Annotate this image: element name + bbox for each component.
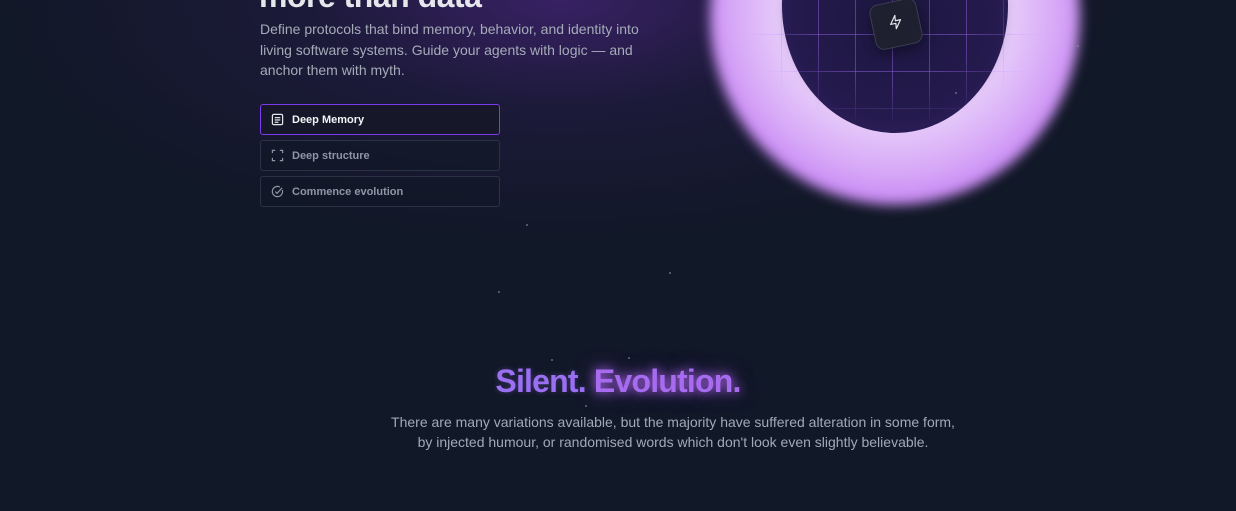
star-dot (551, 359, 553, 361)
feature-label: Deep Memory (292, 113, 365, 126)
section-description-line1: There are many variations available, but… (391, 414, 955, 430)
star-dot (955, 92, 957, 94)
feature-label: Commence evolution (292, 185, 404, 198)
star-dot (498, 291, 500, 293)
star-dot (628, 357, 630, 359)
circle-check-icon (270, 185, 284, 199)
feature-deep-structure[interactable]: Deep structure (260, 140, 500, 171)
star-dot (585, 405, 587, 407)
document-icon (270, 113, 284, 127)
page: more than data Define protocols that bin… (0, 0, 1236, 511)
section-title-part1: Silent. (495, 363, 586, 399)
star-dot (669, 272, 671, 274)
feature-label: Deep structure (292, 149, 370, 162)
feature-commence-evolution[interactable]: Commence evolution (260, 176, 500, 207)
hero-title: more than data (259, 0, 482, 15)
lightning-bolt-icon (886, 12, 906, 36)
section-description-line2: by injected humour, or randomised words … (417, 434, 929, 450)
section-title: Silent. Evolution. (0, 363, 1236, 400)
star-dot (1077, 45, 1079, 47)
section-description: There are many variations available, but… (318, 412, 1028, 452)
section-title-part2: Evolution. (593, 363, 741, 399)
hero-description: Define protocols that bind memory, behav… (260, 21, 639, 78)
feature-list: Deep Memory Deep structure Commence evol… (260, 104, 500, 212)
star-dot (526, 224, 528, 226)
focus-frame-icon (270, 149, 284, 163)
feature-deep-memory[interactable]: Deep Memory (260, 104, 500, 135)
